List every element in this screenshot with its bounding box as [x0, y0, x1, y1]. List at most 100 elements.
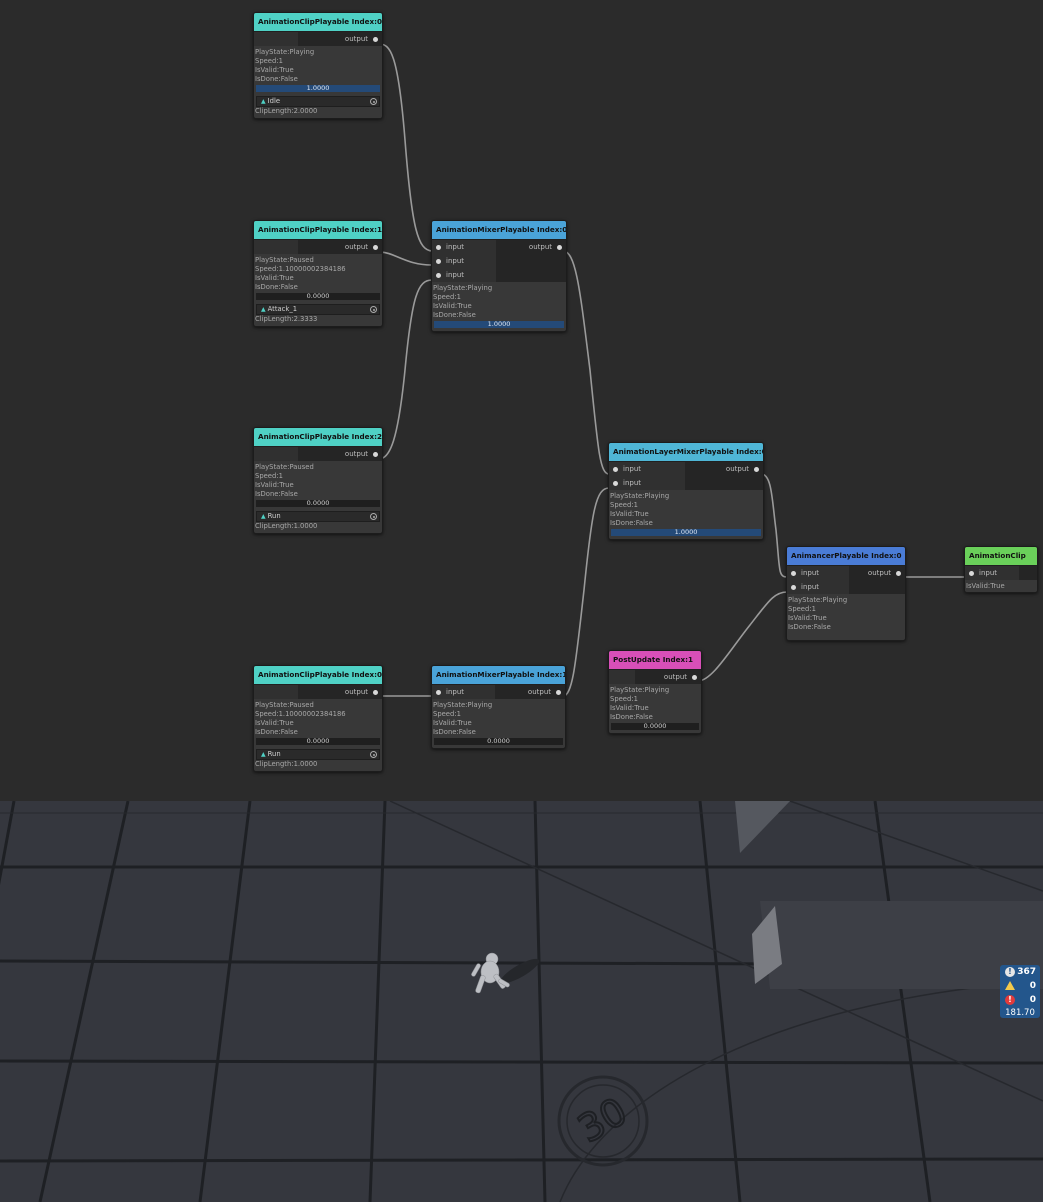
playable-graph-view[interactable]: AnimationClipPlayable Index:0 output Pla…	[0, 0, 1043, 800]
port-dot-icon[interactable]	[436, 245, 441, 250]
is-valid: IsValid:True	[788, 614, 827, 622]
console-status-badge[interactable]: ! 367 0 ! 0 181.70	[1000, 965, 1040, 1018]
edge-postupdate1-to-animancer0	[697, 591, 788, 682]
clip-length: ClipLength:2.3333	[255, 315, 318, 323]
node-title: AnimancerPlayable Index:0	[787, 547, 905, 566]
port-dot-icon[interactable]	[969, 571, 974, 576]
speed: Speed:1	[433, 293, 461, 301]
node-animation-clip-playable-1[interactable]: AnimationClipPlayable Index:1 output Pla…	[253, 220, 383, 327]
port-dot-icon[interactable]	[436, 259, 441, 264]
output-port[interactable]: output	[298, 32, 382, 46]
animation-clip-icon: ▲	[261, 513, 266, 520]
port-dot-icon[interactable]	[436, 273, 441, 278]
weight-bar[interactable]: 1.0000	[434, 321, 564, 328]
play-state: PlayState:Paused	[255, 701, 314, 709]
port-label: output	[725, 465, 749, 473]
speed: Speed:1.10000002384186	[255, 265, 346, 273]
weight-bar[interactable]: 0.0000	[256, 500, 380, 507]
port-label: input	[623, 479, 642, 487]
info-count: 367	[1017, 967, 1036, 977]
object-picker-icon[interactable]	[370, 513, 377, 520]
warning-count-row[interactable]: 0	[1000, 979, 1040, 993]
play-state: PlayState:Playing	[610, 492, 670, 500]
port-dot-icon[interactable]	[896, 571, 901, 576]
port-dot-icon[interactable]	[791, 571, 796, 576]
output-port[interactable]: output	[635, 670, 701, 684]
input-port[interactable]: input	[965, 566, 1019, 580]
clip-name: Run	[267, 512, 281, 520]
is-valid: IsValid:True	[966, 582, 1005, 590]
object-picker-icon[interactable]	[370, 306, 377, 313]
node-animation-clip-playable-2[interactable]: AnimationClipPlayable Index:2 output Pla…	[253, 427, 383, 534]
speed: Speed:1.10000002384186	[255, 710, 346, 718]
input-port[interactable]: input	[787, 566, 849, 580]
port-dot-icon[interactable]	[613, 481, 618, 486]
is-valid: IsValid:True	[610, 704, 649, 712]
weight-bar[interactable]: 0.0000	[434, 738, 563, 745]
clip-length: ClipLength:2.0000	[255, 107, 318, 115]
node-title: AnimationClip	[965, 547, 1037, 566]
node-animation-clip-playable-3[interactable]: AnimationClipPlayable Index:0 output Pla…	[253, 665, 383, 772]
output-port[interactable]: output	[685, 462, 763, 476]
port-dot-icon[interactable]	[692, 675, 697, 680]
is-valid: IsValid:True	[255, 274, 294, 282]
node-title: AnimationClipPlayable Index:1	[254, 221, 382, 240]
is-valid: IsValid:True	[610, 510, 649, 518]
input-port[interactable]: input	[609, 462, 685, 476]
object-picker-icon[interactable]	[370, 98, 377, 105]
node-animation-clip-playable-0[interactable]: AnimationClipPlayable Index:0 output Pla…	[253, 12, 383, 119]
input-port[interactable]: input	[432, 240, 496, 254]
clip-name: Attack_1	[267, 305, 298, 313]
clip-object-field[interactable]: ▲ Run	[256, 749, 380, 760]
port-dot-icon[interactable]	[436, 690, 441, 695]
node-title: AnimationClipPlayable Index:0	[254, 13, 382, 32]
output-port[interactable]: output	[298, 447, 382, 461]
input-port[interactable]: input	[609, 476, 685, 490]
object-picker-icon[interactable]	[370, 751, 377, 758]
node-post-update-1[interactable]: PostUpdate Index:1 output PlayState:Play…	[608, 650, 702, 734]
output-port[interactable]: output	[298, 240, 382, 254]
port-dot-icon[interactable]	[373, 37, 378, 42]
port-dot-icon[interactable]	[754, 467, 759, 472]
port-dot-icon[interactable]	[373, 690, 378, 695]
animation-clip-icon: ▲	[261, 98, 266, 105]
error-count-row[interactable]: ! 0	[1000, 993, 1040, 1007]
output-port[interactable]: output	[298, 685, 382, 699]
port-dot-icon[interactable]	[373, 245, 378, 250]
port-dot-icon[interactable]	[557, 245, 562, 250]
weight-bar[interactable]: 1.0000	[611, 529, 761, 536]
weight-bar[interactable]: 0.0000	[611, 723, 699, 730]
weight-bar[interactable]: 1.0000	[256, 85, 380, 92]
scene-view[interactable]: 30	[0, 801, 1043, 1202]
port-dot-icon[interactable]	[373, 452, 378, 457]
info-count-row[interactable]: ! 367	[1000, 965, 1040, 979]
port-dot-icon[interactable]	[791, 585, 796, 590]
weight-bar[interactable]: 0.0000	[256, 738, 380, 745]
is-done: IsDone:False	[610, 713, 653, 721]
port-label: output	[663, 673, 687, 681]
port-label: output	[344, 243, 368, 251]
node-animation-mixer-playable-0[interactable]: AnimationMixerPlayable Index:0 input inp…	[431, 220, 567, 332]
clip-length: ClipLength:1.0000	[255, 522, 318, 530]
is-done: IsDone:False	[255, 728, 298, 736]
node-animation-clip-output[interactable]: AnimationClip input IsValid:True	[964, 546, 1038, 593]
weight-bar[interactable]: 0.0000	[256, 293, 380, 300]
node-animation-mixer-playable-1[interactable]: AnimationMixerPlayable Index:1 input out…	[431, 665, 566, 749]
output-port[interactable]: output	[495, 685, 565, 699]
input-port[interactable]: input	[432, 254, 496, 268]
output-port[interactable]: output	[496, 240, 566, 254]
input-port[interactable]: input	[787, 580, 849, 594]
clip-object-field[interactable]: ▲ Attack_1	[256, 304, 380, 315]
input-port[interactable]: input	[432, 685, 495, 699]
input-port[interactable]: input	[432, 268, 496, 282]
output-port[interactable]: output	[849, 566, 905, 580]
port-label: input	[801, 583, 820, 591]
port-dot-icon[interactable]	[613, 467, 618, 472]
port-dot-icon[interactable]	[556, 690, 561, 695]
clip-object-field[interactable]: ▲ Idle	[256, 96, 380, 107]
clip-name: Run	[267, 750, 281, 758]
clip-object-field[interactable]: ▲ Run	[256, 511, 380, 522]
is-done: IsDone:False	[433, 728, 476, 736]
node-animancer-playable-0[interactable]: AnimancerPlayable Index:0 input input ou…	[786, 546, 906, 641]
node-animation-layer-mixer-playable-0[interactable]: AnimationLayerMixerPlayable Index:0 inpu…	[608, 442, 764, 540]
